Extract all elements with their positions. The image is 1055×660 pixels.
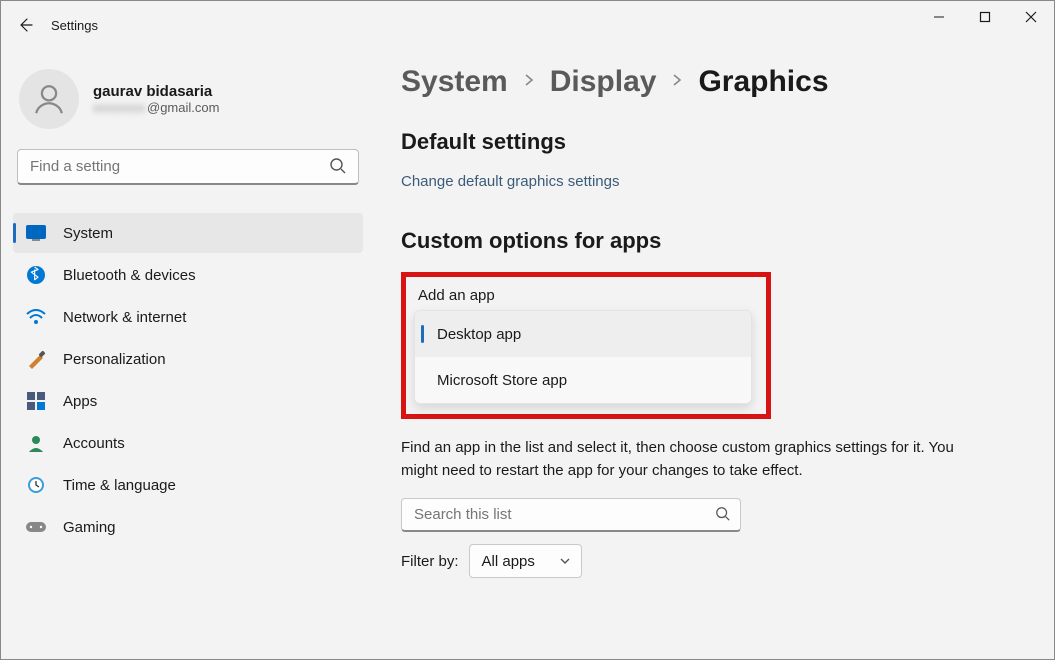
sidebar-item-time[interactable]: Time & language — [13, 465, 363, 505]
minimize-icon — [933, 11, 945, 23]
sidebar-item-label: Apps — [63, 393, 97, 410]
chevron-right-icon — [522, 73, 536, 92]
breadcrumb-display[interactable]: Display — [550, 65, 657, 99]
profile-text: gaurav bidasaria xxxxxxxx@gmail.com — [93, 83, 219, 115]
search-icon — [329, 157, 347, 180]
minimize-button[interactable] — [916, 1, 962, 33]
breadcrumb-system[interactable]: System — [401, 65, 508, 99]
search-input[interactable] — [17, 149, 359, 185]
sidebar-item-label: Accounts — [63, 435, 125, 452]
window-title: Settings — [51, 18, 98, 33]
profile[interactable]: gaurav bidasaria xxxxxxxx@gmail.com — [13, 61, 363, 149]
clock-icon — [25, 474, 47, 496]
dropdown-option-label: Microsoft Store app — [437, 372, 567, 389]
change-default-graphics-link[interactable]: Change default graphics settings — [401, 173, 1038, 190]
default-settings-heading: Default settings — [401, 129, 1038, 155]
sidebar-item-label: Time & language — [63, 477, 176, 494]
sidebar-item-label: Bluetooth & devices — [63, 267, 196, 284]
custom-options-heading: Custom options for apps — [401, 228, 1038, 254]
breadcrumb-graphics: Graphics — [698, 65, 828, 99]
back-arrow-icon — [17, 17, 33, 33]
filter-label: Filter by: — [401, 553, 459, 570]
sidebar-search — [17, 149, 359, 185]
add-app-label: Add an app — [418, 287, 752, 304]
chevron-down-icon — [559, 555, 571, 567]
sidebar-item-accounts[interactable]: Accounts — [13, 423, 363, 463]
sidebar-item-personalization[interactable]: Personalization — [13, 339, 363, 379]
sidebar-item-label: Personalization — [63, 351, 166, 368]
sidebar-item-system[interactable]: System — [13, 213, 363, 253]
apps-icon — [25, 390, 47, 412]
add-app-dropdown: Desktop app Microsoft Store app — [414, 310, 752, 404]
sidebar-item-label: System — [63, 225, 113, 242]
nav: System Bluetooth & devices Network & int… — [13, 213, 363, 547]
paintbrush-icon — [25, 348, 47, 370]
sidebar-item-apps[interactable]: Apps — [13, 381, 363, 421]
window-controls — [916, 1, 1054, 33]
dropdown-option-desktop[interactable]: Desktop app — [415, 311, 751, 357]
person-icon — [32, 82, 66, 116]
titlebar: Settings — [1, 1, 1054, 49]
search-icon — [715, 506, 731, 527]
dropdown-option-label: Desktop app — [437, 326, 521, 343]
close-button[interactable] — [1008, 1, 1054, 33]
help-text: Find an app in the list and select it, t… — [401, 437, 981, 482]
sidebar: gaurav bidasaria xxxxxxxx@gmail.com Syst… — [1, 49, 371, 547]
system-icon — [25, 222, 47, 244]
sidebar-item-network[interactable]: Network & internet — [13, 297, 363, 337]
maximize-icon — [979, 11, 991, 23]
chevron-right-icon — [670, 73, 684, 92]
bluetooth-icon — [25, 264, 47, 286]
sidebar-item-gaming[interactable]: Gaming — [13, 507, 363, 547]
filter-value: All apps — [482, 553, 535, 570]
highlight-box: Add an app Desktop app Microsoft Store a… — [401, 272, 771, 419]
list-search — [401, 498, 741, 532]
list-search-input[interactable] — [401, 498, 741, 532]
accounts-icon — [25, 432, 47, 454]
close-icon — [1025, 11, 1037, 23]
profile-name: gaurav bidasaria — [93, 83, 219, 100]
sidebar-item-label: Gaming — [63, 519, 116, 536]
gaming-icon — [25, 516, 47, 538]
main-content: System Display Graphics Default settings… — [401, 65, 1038, 578]
back-button[interactable] — [5, 5, 45, 45]
sidebar-item-label: Network & internet — [63, 309, 186, 326]
sidebar-item-bluetooth[interactable]: Bluetooth & devices — [13, 255, 363, 295]
filter-select[interactable]: All apps — [469, 544, 582, 578]
profile-email: xxxxxxxx@gmail.com — [93, 100, 219, 115]
breadcrumb: System Display Graphics — [401, 65, 1038, 99]
filter-row: Filter by: All apps — [401, 544, 1038, 578]
wifi-icon — [25, 306, 47, 328]
dropdown-option-msstore[interactable]: Microsoft Store app — [415, 357, 751, 403]
avatar — [19, 69, 79, 129]
maximize-button[interactable] — [962, 1, 1008, 33]
